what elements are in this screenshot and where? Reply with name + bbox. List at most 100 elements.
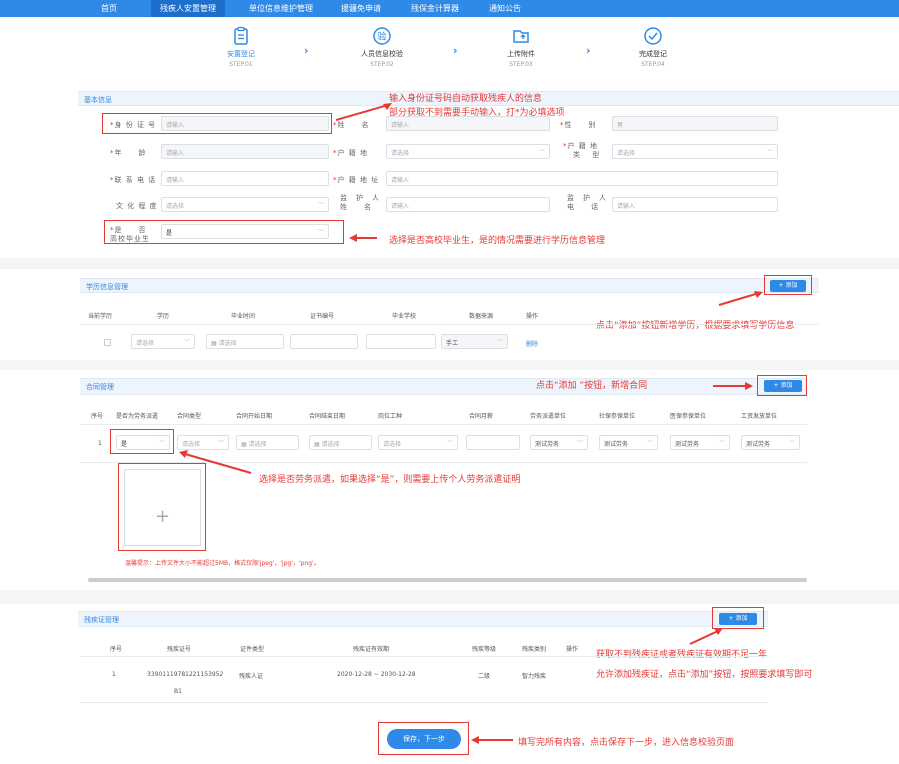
divider [80, 702, 768, 703]
education-header: 学历信息管理 [80, 278, 819, 293]
chevron-right-icon: › [586, 44, 591, 57]
upload-hint: 温馨提示：上传文件大小不能超过5MB，格式仅限'jpeg'，'jpg'，'png… [125, 560, 320, 567]
guardian-phone-input[interactable]: 请输入 [612, 197, 778, 212]
contract-col-social-unit: 社保参保单位 [599, 413, 636, 420]
annotation-graduate: 选择是否高校毕业生，是的情况需要进行学历信息管理 [389, 236, 606, 246]
age-input[interactable]: 请输入 [161, 144, 329, 159]
disab-cert-no-suffix: B1 [174, 688, 182, 695]
household-label: *户 籍 地 [333, 149, 368, 157]
chevron-down-icon: ﹀ [217, 440, 224, 447]
section-gap [0, 590, 899, 604]
edu-delete-link[interactable]: 删除 [526, 339, 538, 348]
guardian-name-input[interactable]: 请输入 [386, 197, 550, 212]
annotation-id-1: 输入身份证号码自动获取残疾人的信息 [389, 94, 543, 104]
phone-label: *联 系 电 话 [110, 176, 157, 184]
edu-col-degree: 学历 [157, 313, 170, 320]
upload-highlight [118, 463, 206, 551]
contract-end-picker[interactable]: ▦ 请选择 [309, 435, 372, 450]
nav-calculator[interactable]: 残保金计算器 [402, 0, 468, 17]
nav-notices[interactable]: 通知公告 [480, 0, 530, 17]
contract-row-index: 1 [98, 440, 102, 447]
chevron-down-icon: ﹀ [766, 149, 773, 156]
medical-unit-select[interactable]: 测试劳务 ﹀ [670, 435, 730, 450]
top-nav: 首页 残疾人安置管理 单位信息维护管理 援疆免申请 残保金计算器 通知公告 [0, 0, 899, 17]
contract-col-job: 岗位工种 [378, 413, 403, 420]
chevron-down-icon: ﹀ [496, 339, 503, 346]
arrow-pointer-icon [689, 628, 723, 645]
horizontal-scrollbar[interactable] [88, 578, 807, 582]
annotation-save: 填写完所有内容，点击保存下一步，进入信息校验页面 [518, 738, 735, 748]
chevron-down-icon: ﹀ [317, 202, 324, 209]
disab-category: 智力残疾 [522, 673, 547, 680]
edu-source-select[interactable]: 手工 ﹀ [441, 334, 508, 349]
contract-col-dispatch-unit: 劳务派遣单位 [530, 413, 567, 420]
job-select[interactable]: 请选择 ﹀ [378, 435, 458, 450]
contract-col-index: 序号 [91, 413, 104, 420]
annotation-dispatch: 选择是否劳务派遣，如果选择“是”，则需要上传个人劳务派遣证明 [259, 475, 521, 485]
household-select[interactable]: 请选择 ﹀ [386, 144, 550, 159]
dispatch-highlight [110, 429, 174, 454]
edu-degree-select[interactable]: 请选择 ﹀ [131, 334, 195, 349]
address-input[interactable]: 请输入 [386, 171, 778, 186]
education-title: 学历信息管理 [86, 283, 128, 291]
contract-title: 合同管理 [86, 383, 114, 391]
verify-badge-icon: 验 [373, 27, 391, 45]
salary-unit-select[interactable]: 测试劳务 ﹀ [741, 435, 800, 450]
annotation-id-2: 部分获取不到需要手动输入，打*为必填选项 [389, 108, 565, 118]
disab-validity: 2020-12-28 ~ 2030-12-28 [337, 671, 416, 678]
disab-col-category: 残疾类别 [522, 646, 547, 653]
add-education-highlight [764, 275, 812, 295]
annotation-disability-2: 允许添加残疾证，点击“添加”按钮，按照要求填写即可 [596, 670, 813, 680]
step-2-sub: STEP.02 [370, 61, 394, 68]
step-2-title: 人员信息校验 [361, 50, 403, 58]
step-indicator: 安置登记 STEP.01 › 验 人员信息校验 STEP.02 › 上传附件 S… [71, 20, 899, 90]
contract-col-salary: 合同月薪 [469, 413, 494, 420]
upload-file-icon [513, 30, 529, 43]
address-label: *户 籍 地 址 [333, 176, 380, 184]
salary-input[interactable] [466, 435, 520, 450]
clipboard-icon [234, 26, 248, 45]
calendar-icon: ▦ [211, 340, 219, 347]
nav-disabled-placement[interactable]: 残疾人安置管理 [151, 0, 225, 17]
edu-school-input[interactable] [366, 334, 436, 349]
step-1: 安置登记 STEP.01 [196, 26, 286, 68]
id-highlight [102, 113, 332, 134]
contract-col-medical-unit: 医保参保单位 [670, 413, 707, 420]
edu-col-current: 当前学历 [88, 313, 113, 320]
calendar-icon: ▦ [314, 441, 322, 448]
section-gap [0, 360, 899, 370]
education-select[interactable]: 请选择 ﹀ [161, 197, 329, 212]
name-input[interactable]: 请输入 [386, 116, 550, 131]
contract-col-dispatch: 是否为劳务派遣 [116, 413, 159, 420]
nav-home[interactable]: 首页 [92, 0, 126, 17]
phone-input[interactable]: 请输入 [161, 171, 329, 186]
guardian-phone-label: 监 护 人电 话 [567, 194, 607, 211]
arrow-pointer-icon [471, 736, 513, 744]
household-type-select[interactable]: 请选择 ﹀ [612, 144, 778, 159]
current-edu-checkbox[interactable] [104, 339, 111, 346]
nav-unit-info[interactable]: 单位信息维护管理 [240, 0, 322, 17]
edu-cert-no-input[interactable] [290, 334, 358, 349]
gender-label: *性 别 [560, 121, 597, 129]
arrow-pointer-icon [718, 291, 763, 306]
contract-col-end: 合同结束日期 [309, 413, 346, 420]
edu-grad-date-picker[interactable]: ▦ 请选择 [206, 334, 284, 349]
disab-col-cert-no: 残疾证号 [167, 646, 192, 653]
chevron-down-icon: ﹀ [576, 440, 583, 447]
chevron-right-icon: › [453, 44, 458, 57]
edu-col-source: 数据来源 [469, 313, 494, 320]
step-1-sub: STEP.01 [229, 61, 253, 68]
edu-col-school: 毕业学校 [392, 313, 417, 320]
disab-col-type: 证件类型 [240, 646, 265, 653]
dispatch-unit-select[interactable]: 测试劳务 ﹀ [530, 435, 588, 450]
nav-xinjiang-exempt[interactable]: 援疆免申请 [332, 0, 390, 17]
social-unit-select[interactable]: 测试劳务 ﹀ [599, 435, 658, 450]
step-3-title: 上传附件 [507, 50, 535, 58]
annotation-disability-1: 获取不到残疾证或者残疾证有效期不足一年 [596, 650, 768, 660]
gender-input[interactable]: 男 [612, 116, 778, 131]
add-contract-highlight [757, 375, 807, 396]
disab-type: 残疾人证 [239, 673, 264, 680]
chevron-down-icon: ﹀ [788, 440, 795, 447]
arrow-pointer-icon [713, 382, 753, 390]
divider [80, 656, 768, 657]
